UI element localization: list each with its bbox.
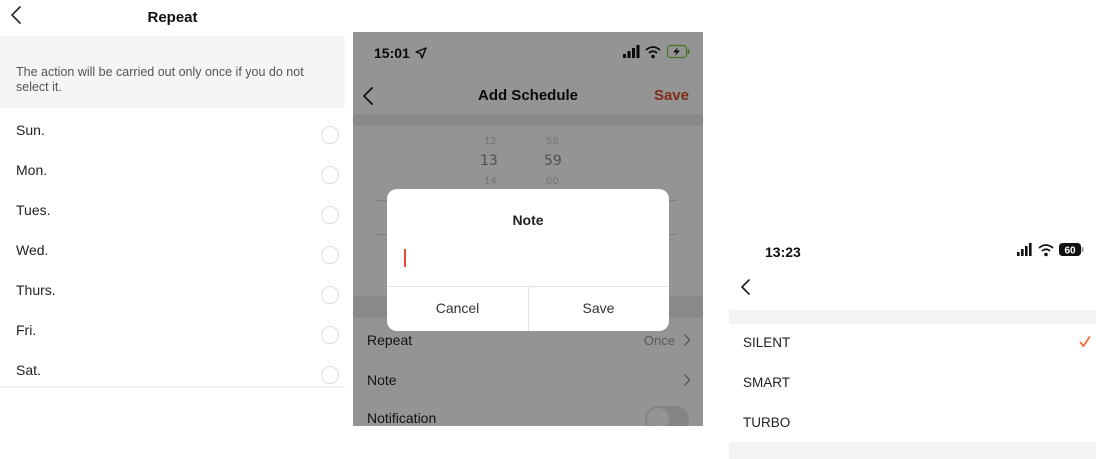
day-row-sun[interactable]: Sun. [0,113,345,153]
day-label: Thurs. [16,282,56,298]
mode-label: TURBO [743,415,791,430]
day-row-mon[interactable]: Mon. [0,153,345,193]
checkmark-icon [1079,336,1091,347]
repeat-nav-bar: Repeat [0,0,345,36]
day-row-thurs[interactable]: Thurs. [0,273,345,313]
signal-icon [1017,243,1032,256]
day-label: Mon. [16,162,48,178]
back-arrow-icon[interactable] [739,277,753,297]
battery-level-text: 60 [1064,246,1076,257]
dialog-title: Note [512,212,544,228]
mode-label: SMART [743,375,791,390]
day-radio[interactable] [321,366,339,384]
day-label: Sat. [16,362,41,378]
day-row-tues[interactable]: Tues. [0,193,345,233]
note-input[interactable] [399,241,657,275]
day-label: Sun. [16,122,45,138]
day-radio[interactable] [321,126,339,144]
day-radio[interactable] [321,246,339,264]
mode-row-smart[interactable]: SMART [729,364,1096,404]
cancel-button[interactable]: Cancel [387,286,528,331]
day-label: Wed. [16,242,49,258]
repeat-hint-text: The action will be carried out only once… [0,36,345,108]
repeat-screen: Repeat The action will be carried out on… [0,0,345,459]
mode-screen: 13:23 60 SILENT SMART TURBO [729,226,1096,459]
day-radio[interactable] [321,326,339,344]
day-list: Sun. Mon. Tues. Wed. Thurs. Fri. Sat. [0,113,345,393]
day-row-wed[interactable]: Wed. [0,233,345,273]
page-title: Repeat [147,9,198,26]
divider [0,386,345,388]
save-button[interactable]: Save [528,286,669,331]
mode-row-turbo[interactable]: TURBO [729,404,1096,444]
mode-row-silent[interactable]: SILENT [729,324,1096,364]
note-dialog: Note Cancel Save [387,189,669,331]
add-schedule-screen: 15:01 Add Schedule Save 12 13 14 58 59 0… [353,32,703,426]
wifi-icon [1038,244,1054,257]
day-radio[interactable] [321,206,339,224]
section-gap [729,310,1096,324]
day-label: Fri. [16,322,37,338]
text-cursor [404,249,406,267]
status-time: 13:23 [765,244,801,260]
mode-label: SILENT [743,335,791,350]
day-radio[interactable] [321,166,339,184]
day-row-fri[interactable]: Fri. [0,313,345,353]
day-radio[interactable] [321,286,339,304]
section-gap [729,442,1096,459]
day-label: Tues. [16,202,51,218]
battery-icon: 60 [1059,243,1084,257]
status-icons: 60 [1017,243,1084,257]
